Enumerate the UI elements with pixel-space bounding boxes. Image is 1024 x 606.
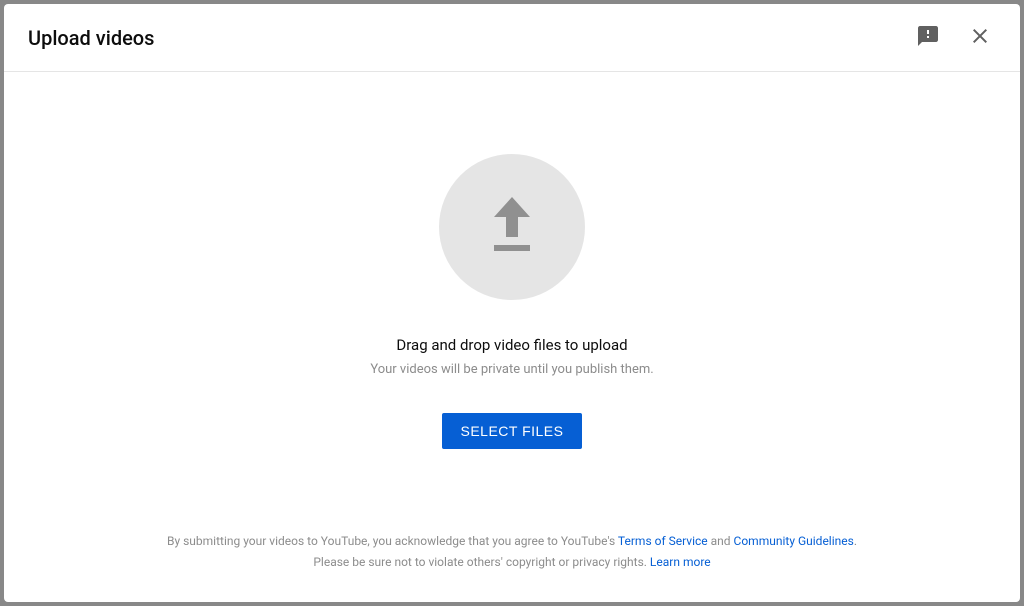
footer-line-2: Please be sure not to violate others' co… (28, 552, 996, 574)
footer-line-1: By submitting your videos to YouTube, yo… (28, 531, 996, 553)
close-icon (968, 24, 992, 51)
close-button[interactable] (964, 20, 996, 55)
header-actions (912, 20, 996, 55)
footer-text: Please be sure not to violate others' co… (313, 555, 650, 569)
community-guidelines-link[interactable]: Community Guidelines (734, 534, 854, 548)
dialog-content: Drag and drop video files to upload Your… (4, 72, 1020, 531)
dialog-title: Upload videos (28, 26, 912, 50)
drag-drop-text: Drag and drop video files to upload (396, 336, 627, 354)
upload-icon (486, 197, 538, 257)
feedback-icon (916, 24, 940, 51)
select-files-button[interactable]: SELECT FILES (442, 413, 581, 449)
dialog-footer: By submitting your videos to YouTube, yo… (4, 531, 1020, 602)
privacy-notice: Your videos will be private until you pu… (370, 362, 653, 377)
terms-of-service-link[interactable]: Terms of Service (618, 534, 708, 548)
dialog-header: Upload videos (4, 4, 1020, 72)
footer-text: . (854, 534, 857, 548)
footer-text: By submitting your videos to YouTube, yo… (167, 534, 618, 548)
upload-dialog: Upload videos Drag and drop v (4, 4, 1020, 602)
upload-drop-zone[interactable] (439, 154, 585, 300)
footer-text: and (708, 534, 734, 548)
feedback-button[interactable] (912, 20, 944, 55)
learn-more-link[interactable]: Learn more (650, 555, 711, 569)
